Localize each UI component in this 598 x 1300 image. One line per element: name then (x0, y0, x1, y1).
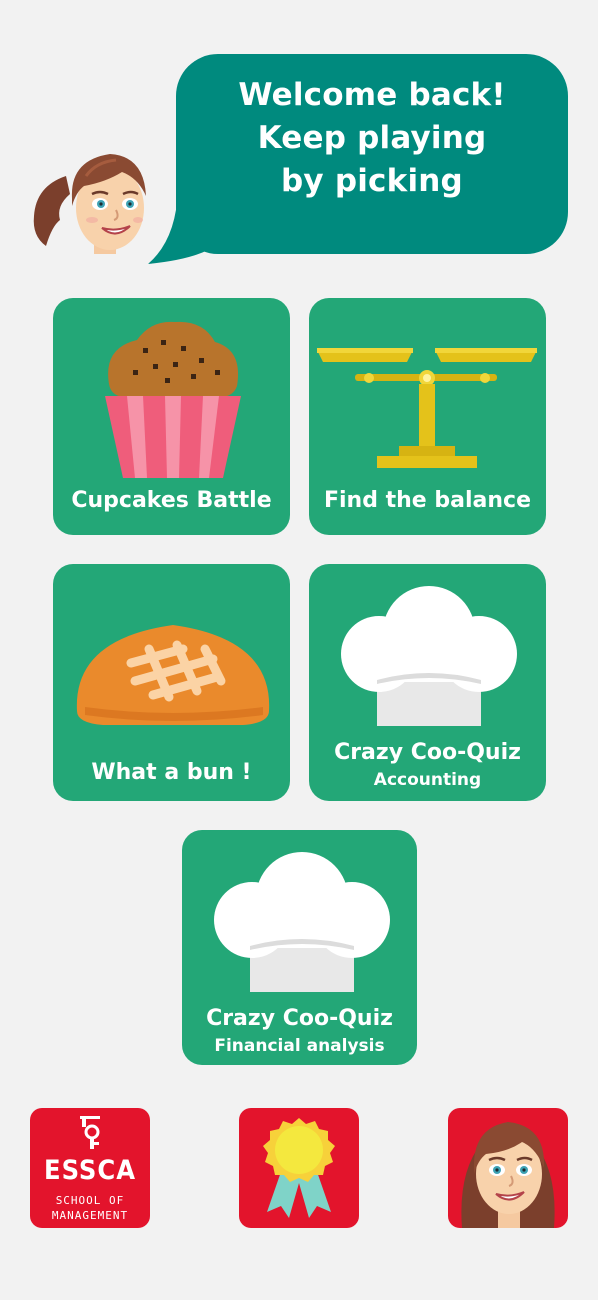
woman-character-icon (33, 154, 146, 254)
bread-bun-icon (76, 625, 270, 725)
game-tile-title: Find the balance (323, 488, 531, 513)
profile-button[interactable] (448, 1108, 568, 1228)
game-tile-what-a-bun[interactable]: What a bun ! (53, 564, 290, 801)
game-tile-subtitle: Financial analysis (214, 1036, 385, 1056)
header: Welcome back! Keep playing by picking (0, 0, 598, 280)
game-tile-find-the-balance[interactable]: Find the balance (309, 298, 546, 535)
woman-character-icon (461, 1122, 555, 1228)
essca-logo-line2: MANAGEMENT (51, 1209, 129, 1222)
game-tile-title: Crazy Coo-Quiz (206, 1006, 393, 1031)
game-tile-title: What a bun ! (91, 760, 252, 785)
essca-logo-name: ESSCA (44, 1155, 136, 1186)
cupcake-icon (105, 321, 241, 478)
balance-scale-icon (317, 348, 537, 468)
award-ribbon-icon (263, 1118, 335, 1218)
awards-button[interactable] (239, 1108, 359, 1228)
game-tile-title: Crazy Coo-Quiz (334, 740, 521, 765)
greeting-line-2: Keep playing (257, 119, 487, 156)
game-tile-title: Cupcakes Battle (71, 488, 272, 513)
game-tile-cupcakes-battle[interactable]: Cupcakes Battle (53, 298, 290, 535)
chef-hat-icon (214, 852, 390, 992)
speech-bubble: Welcome back! Keep playing by picking (176, 54, 568, 254)
essca-logo-line1: SCHOOL OF (55, 1194, 125, 1207)
greeting-line-3: by picking (281, 162, 463, 199)
greeting-line-1: Welcome back! (238, 76, 506, 113)
chef-hat-icon (341, 586, 517, 726)
game-tile-subtitle: Accounting (373, 770, 482, 790)
game-tile-crazy-coo-quiz-financial-analysis[interactable]: Crazy Coo-Quiz Financial analysis (182, 830, 417, 1065)
game-tile-crazy-coo-quiz-accounting[interactable]: Crazy Coo-Quiz Accounting (309, 564, 546, 801)
essca-logo-button[interactable]: ESSCA SCHOOL OF MANAGEMENT (30, 1108, 150, 1228)
